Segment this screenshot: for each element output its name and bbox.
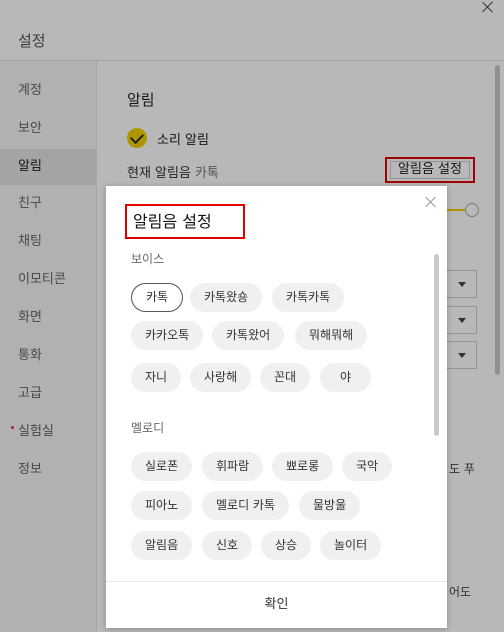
sound-chip-melody-katok[interactable]: 멜로디 카톡 xyxy=(202,491,290,520)
sound-chip-playground[interactable]: 놀이터 xyxy=(320,531,382,560)
sound-chip-waterdrop[interactable]: 물방울 xyxy=(299,491,361,520)
confirm-button[interactable]: 확인 xyxy=(106,582,447,628)
sound-chip-ya[interactable]: 야 xyxy=(320,363,372,392)
sound-chip-whistle[interactable]: 휘파람 xyxy=(202,452,264,481)
sound-chip-katok-katok[interactable]: 카톡카톡 xyxy=(272,283,345,312)
sound-chip-kakaotalk[interactable]: 카카오톡 xyxy=(131,321,204,350)
voice-group-label: 보이스 xyxy=(131,252,165,266)
sound-chip-piano[interactable]: 피아노 xyxy=(131,491,193,520)
sound-chip-gugak[interactable]: 국악 xyxy=(342,452,393,481)
sound-setting-modal: 알림음 설정 보이스 카톡 카톡왔숑 카톡카톡 카카오톡 카톡왔어 뭐해뭐해 자… xyxy=(106,186,447,628)
sound-chip-rise[interactable]: 상승 xyxy=(261,531,312,560)
sound-chip-katok-wasseo[interactable]: 카톡왔어 xyxy=(212,321,285,350)
sound-chip-katok[interactable]: 카톡 xyxy=(131,283,184,312)
sound-chip-saranghae[interactable]: 사랑해 xyxy=(190,363,252,392)
sound-chip-mwohae[interactable]: 뭐해뭐해 xyxy=(295,321,368,350)
modal-close-icon[interactable] xyxy=(425,196,437,208)
modal-scrollbar[interactable] xyxy=(434,254,439,436)
sound-chip-pyororong[interactable]: 뾰로롱 xyxy=(272,452,334,481)
modal-title: 알림음 설정 xyxy=(125,204,245,239)
melody-group-label: 멜로디 xyxy=(131,421,165,435)
sound-chip-kkondae[interactable]: 꼰대 xyxy=(260,363,311,392)
sound-chip-signal[interactable]: 신호 xyxy=(202,531,253,560)
sound-chip-xylophone[interactable]: 실로폰 xyxy=(131,452,193,481)
sound-chip-katok-watsyong[interactable]: 카톡왔숑 xyxy=(190,283,263,312)
sound-chip-jani[interactable]: 자니 xyxy=(131,363,182,392)
sound-chip-alarm[interactable]: 알림음 xyxy=(131,531,193,560)
